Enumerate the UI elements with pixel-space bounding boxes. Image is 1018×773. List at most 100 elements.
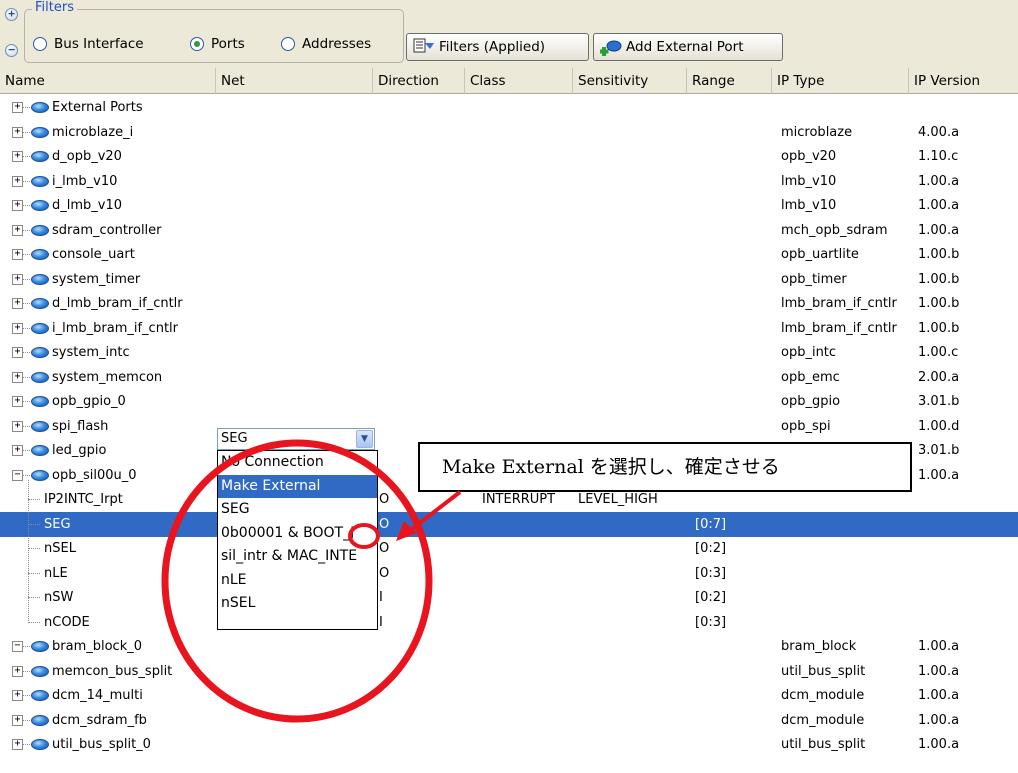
filters-applied-button[interactable]: Filters (Applied) (406, 33, 589, 61)
radio-addresses[interactable]: Addresses (281, 36, 371, 52)
col-name[interactable]: Name (0, 68, 216, 94)
expand-node-icon[interactable]: + (12, 151, 23, 162)
instance-name: console_uart (52, 247, 135, 262)
port-row[interactable]: nLE O [0:3] (0, 561, 1018, 586)
tree-row[interactable]: + system_intc opb_intc 1.00.c (0, 340, 1018, 365)
port-range: [0:2] (695, 541, 727, 556)
expand-node-icon[interactable]: + (12, 273, 23, 285)
tree-row[interactable]: + dcm_sdram_fb dcm_module 1.00.a (0, 708, 1018, 733)
port-row[interactable]: SEG O [0:7] (0, 511, 1018, 537)
expand-node-icon[interactable]: + (12, 739, 23, 750)
tree-row[interactable]: + console_uart opb_uartlite 1.00.b (0, 242, 1018, 267)
tree-row[interactable]: + system_timer opb_timer 1.00.b (0, 267, 1018, 292)
col-ip-version[interactable]: IP Version (909, 68, 1018, 94)
tree-row[interactable]: + dcm_14_multi dcm_module 1.00.a (0, 683, 1018, 708)
col-direction[interactable]: Direction (373, 68, 465, 94)
instance-name: dcm_14_multi (52, 688, 143, 703)
expand-node-icon[interactable]: + (12, 445, 23, 456)
radio-addresses-icon[interactable] (281, 37, 295, 51)
col-sensitivity[interactable]: Sensitivity (573, 68, 687, 94)
tree-row[interactable]: + d_opb_v20 opb_v20 1.10.c (0, 144, 1018, 169)
radio-bus-interface-icon[interactable] (33, 37, 47, 51)
dropdown-option[interactable]: No Connection (218, 451, 377, 475)
dropdown-option[interactable]: nLE (218, 569, 377, 593)
instance-icon (31, 445, 49, 456)
expand-node-icon[interactable]: + (12, 175, 23, 187)
expand-node-icon[interactable]: + (12, 322, 23, 334)
tree-connector (28, 572, 40, 574)
instance-name: led_gpio (52, 443, 107, 458)
instance-icon (31, 347, 49, 358)
expand-node-icon[interactable]: + (12, 714, 23, 726)
expand-node-icon[interactable]: + (12, 665, 23, 677)
chevron-down-icon[interactable]: ▼ (356, 430, 373, 448)
expand-node-icon[interactable]: + (12, 298, 23, 309)
tree-connector (28, 548, 40, 549)
tree-row[interactable]: + d_lmb_bram_if_cntlr lmb_bram_if_cntlr 1.0… (0, 291, 1018, 316)
instance-icon (31, 200, 49, 211)
ip-type: dcm_module (781, 688, 865, 703)
col-net[interactable]: Net (216, 68, 373, 94)
ip-type: dcm_module (781, 712, 865, 728)
radio-addresses-label: Addresses (302, 36, 372, 52)
collapse-all-icon[interactable]: − (5, 44, 18, 57)
dropdown-option[interactable]: nSEL (218, 592, 377, 616)
tree-row[interactable]: + i_lmb_v10 lmb_v10 1.00.a (0, 169, 1018, 194)
expand-node-icon[interactable]: + (12, 102, 23, 113)
expand-node-icon[interactable]: + (12, 420, 23, 432)
add-port-icon (599, 37, 622, 57)
instance-name: bram_block_0 (52, 639, 142, 654)
expand-node-icon[interactable]: + (12, 126, 23, 138)
expand-node-icon[interactable]: + (12, 200, 23, 211)
tree-row[interactable]: + sdram_controller mch_opb_sdram 1.00.a (0, 218, 1018, 243)
dropdown-option[interactable]: 0b00001 & BOOT_J (218, 522, 377, 546)
tree-row[interactable]: + opb_gpio_0 opb_gpio 3.01.b (0, 389, 1018, 414)
tree-row[interactable]: + External Ports (0, 95, 1018, 120)
ip-type: bram_block (781, 639, 857, 654)
dropdown-option[interactable]: Make External (218, 474, 377, 498)
ip-version: 1.00.c (918, 345, 959, 360)
ip-type: util_bus_split (781, 663, 866, 679)
add-external-port-button[interactable]: Add External Port (593, 33, 783, 61)
port-row[interactable]: nCODE I [0:3] (0, 610, 1018, 635)
expand-node-icon[interactable]: + (12, 224, 23, 236)
port-row[interactable]: nSW I [0:2] (0, 585, 1018, 610)
expand-node-icon[interactable]: + (12, 347, 23, 358)
col-ip-type[interactable]: IP Type (772, 68, 909, 94)
port-row[interactable]: nSEL O [0:2] (0, 536, 1018, 561)
expand-node-icon[interactable]: + (12, 371, 23, 383)
port-name: nLE (44, 565, 68, 581)
dropdown-option[interactable]: SEG (218, 498, 377, 522)
instance-name: i_lmb_v10 (52, 173, 118, 189)
tree-row[interactable]: + spi_flash opb_spi 1.00.d (0, 414, 1018, 439)
port-name: nSW (44, 590, 74, 605)
tree-row[interactable]: − bram_block_0 bram_block 1.00.a (0, 634, 1018, 659)
tree-row[interactable]: + i_lmb_bram_if_cntlr lmb_bram_if_cntlr 1.0… (0, 316, 1018, 341)
instance-icon (31, 371, 49, 383)
col-range[interactable]: Range (687, 68, 772, 94)
expand-node-icon[interactable]: + (12, 690, 23, 701)
tree-row[interactable]: + microblaze_i microblaze 4.00.a (0, 120, 1018, 145)
expand-node-icon[interactable]: + (12, 396, 23, 407)
radio-bus-interface[interactable]: Bus Interface (33, 36, 144, 52)
instance-icon (31, 690, 49, 701)
tree-row[interactable]: + d_lmb_v10 lmb_v10 1.00.a (0, 193, 1018, 218)
radio-ports-icon[interactable] (190, 37, 204, 51)
ip-version: 1.00.b (918, 320, 960, 336)
port-range: [0:3] (695, 614, 727, 630)
collapse-node-icon[interactable]: − (12, 469, 23, 481)
net-combobox[interactable]: SEG ▼ (217, 428, 375, 450)
dropdown-option[interactable]: sil_intr & MAC_INTE (218, 545, 377, 569)
expand-all-icon[interactable]: + (5, 8, 18, 21)
filters-legend: Filters (32, 0, 77, 15)
ip-version: 3.01.b (918, 443, 960, 458)
ip-version: 1.00.b (918, 296, 960, 311)
tree-row[interactable]: + util_bus_split_0 util_bus_split 1.00.a (0, 732, 1018, 757)
tree-row[interactable]: + system_memcon opb_emc 2.00.a (0, 365, 1018, 390)
radio-ports[interactable]: Ports (190, 36, 245, 52)
expand-node-icon[interactable]: + (12, 249, 23, 260)
instance-icon (31, 224, 49, 236)
tree-row[interactable]: + memcon_bus_split util_bus_split 1.00.a (0, 659, 1018, 684)
collapse-node-icon[interactable]: − (12, 641, 23, 652)
col-class[interactable]: Class (465, 68, 573, 94)
